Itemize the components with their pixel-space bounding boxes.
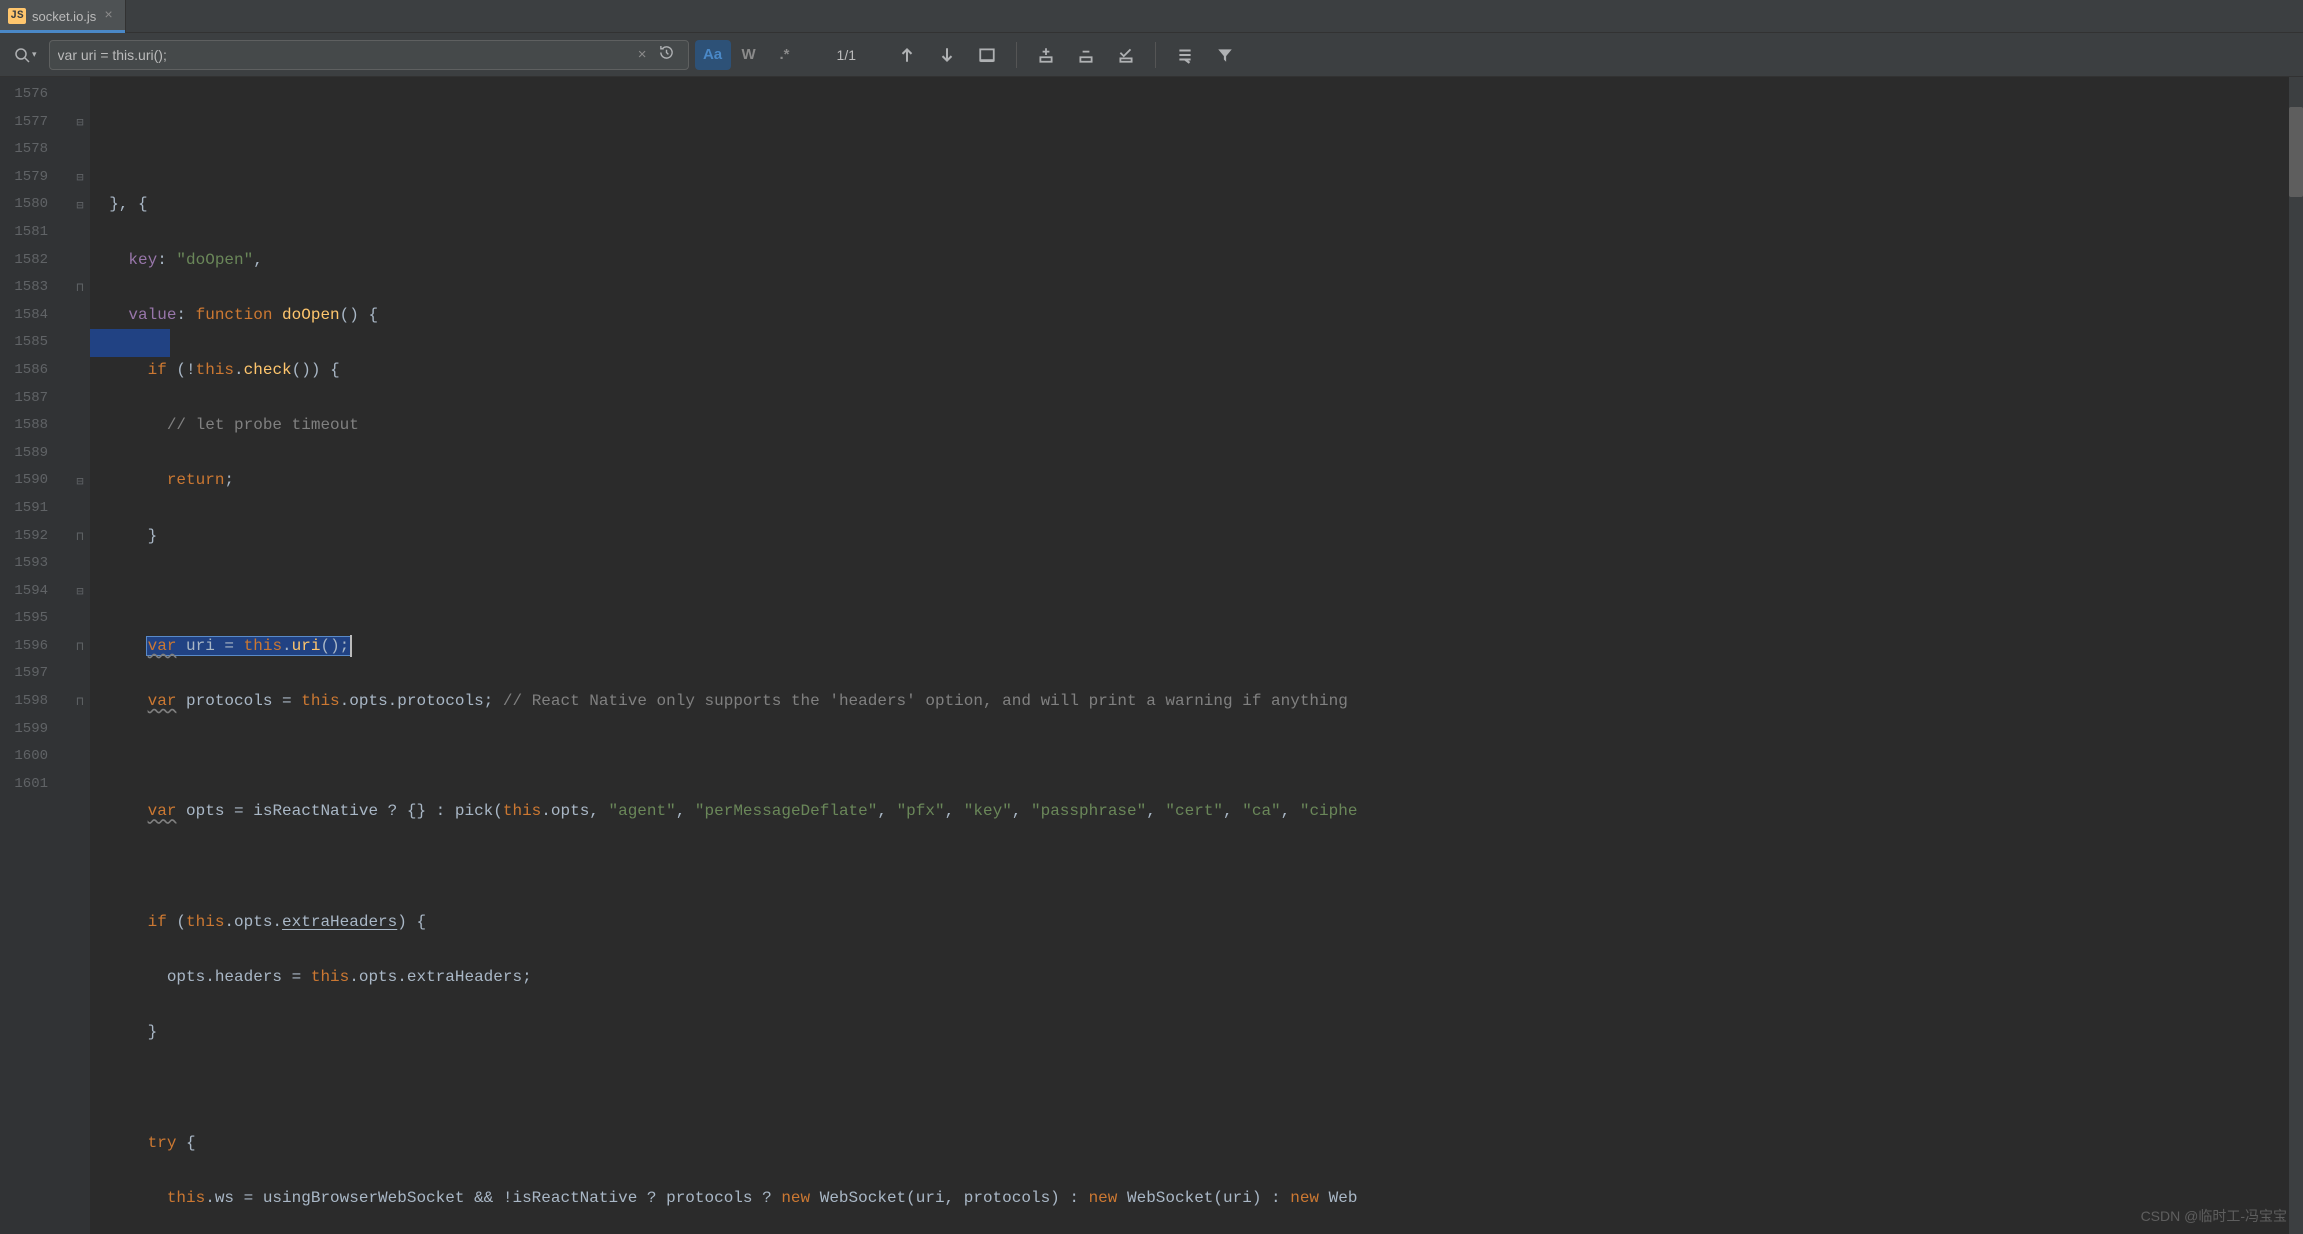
line-number: 1576 xyxy=(0,81,70,109)
fold-marker xyxy=(70,247,90,275)
fold-marker xyxy=(70,136,90,164)
line-number: 1583 xyxy=(0,274,70,302)
history-icon[interactable] xyxy=(653,45,680,64)
line-number: 1593 xyxy=(0,550,70,578)
regex-toggle[interactable]: .* xyxy=(767,40,803,70)
fold-marker xyxy=(70,412,90,440)
line-number: 1601 xyxy=(0,771,70,799)
line-number: 1594 xyxy=(0,578,70,606)
fold-marker xyxy=(70,81,90,109)
add-selection-button[interactable] xyxy=(1029,40,1063,70)
select-occurrences-button[interactable] xyxy=(1109,40,1143,70)
select-all-button[interactable] xyxy=(970,40,1004,70)
search-icon[interactable]: ▾ xyxy=(8,47,43,63)
fold-marker xyxy=(70,550,90,578)
find-input-container: × xyxy=(49,40,689,70)
line-number: 1586 xyxy=(0,357,70,385)
editor[interactable]: 1576157715781579158015811582158315841585… xyxy=(0,77,2303,1234)
line-number-gutter: 1576157715781579158015811582158315841585… xyxy=(0,77,70,1234)
tab-bar: JS socket.io.js × xyxy=(0,0,2303,33)
clear-icon[interactable]: × xyxy=(632,46,653,63)
fold-marker xyxy=(70,495,90,523)
minimap-scrollbar[interactable] xyxy=(2289,77,2303,1234)
fold-marker xyxy=(70,605,90,633)
separator xyxy=(1155,42,1156,68)
fold-marker xyxy=(70,385,90,413)
fold-marker xyxy=(70,219,90,247)
settings-button[interactable] xyxy=(1168,40,1202,70)
tab-filename: socket.io.js xyxy=(32,9,96,24)
fold-marker xyxy=(70,771,90,799)
line-number: 1585 xyxy=(0,329,70,357)
line-number: 1597 xyxy=(0,660,70,688)
fold-marker xyxy=(70,440,90,468)
line-number: 1581 xyxy=(0,219,70,247)
fold-marker xyxy=(70,357,90,385)
line-number: 1600 xyxy=(0,743,70,771)
whole-word-toggle[interactable]: W xyxy=(731,40,767,70)
fold-marker[interactable]: ⊟ xyxy=(70,578,90,606)
line-number: 1577 xyxy=(0,109,70,137)
filter-button[interactable] xyxy=(1208,40,1242,70)
selection-highlight xyxy=(90,329,170,357)
fold-marker[interactable]: ⊟ xyxy=(70,191,90,219)
fold-marker[interactable]: ⊓ xyxy=(70,274,90,302)
line-number: 1578 xyxy=(0,136,70,164)
line-number: 1591 xyxy=(0,495,70,523)
remove-selection-button[interactable] xyxy=(1069,40,1103,70)
fold-marker xyxy=(70,716,90,744)
line-number: 1589 xyxy=(0,440,70,468)
scrollbar-thumb[interactable] xyxy=(2289,107,2303,197)
line-number: 1598 xyxy=(0,688,70,716)
match-case-toggle[interactable]: Aa xyxy=(695,40,731,70)
line-number: 1599 xyxy=(0,716,70,744)
line-number: 1580 xyxy=(0,191,70,219)
line-number: 1590 xyxy=(0,467,70,495)
next-match-button[interactable] xyxy=(930,40,964,70)
line-number: 1596 xyxy=(0,633,70,661)
match-count-label: 1/1 xyxy=(809,47,884,63)
text-cursor xyxy=(350,635,352,657)
js-file-icon: JS xyxy=(8,8,26,24)
fold-marker[interactable]: ⊟ xyxy=(70,164,90,192)
line-number: 1587 xyxy=(0,385,70,413)
fold-strip: ⊟⊟⊟⊓⊟⊓⊟⊓⊓ xyxy=(70,77,90,1234)
line-number: 1588 xyxy=(0,412,70,440)
fold-marker xyxy=(70,743,90,771)
line-number: 1595 xyxy=(0,605,70,633)
fold-marker[interactable]: ⊓ xyxy=(70,523,90,551)
chevron-down-icon: ▾ xyxy=(32,49,37,60)
separator xyxy=(1016,42,1017,68)
watermark-label: CSDN @临时工-冯宝宝 xyxy=(2141,1206,2287,1226)
close-tab-icon[interactable]: × xyxy=(102,8,114,24)
fold-marker[interactable]: ⊟ xyxy=(70,109,90,137)
fold-marker xyxy=(70,660,90,688)
code-area[interactable]: }, { key: "doOpen", value: function doOp… xyxy=(90,77,2303,1234)
find-input[interactable] xyxy=(58,47,632,63)
line-number: 1579 xyxy=(0,164,70,192)
find-options: Aa W .* xyxy=(695,40,803,70)
fold-marker xyxy=(70,302,90,330)
line-number: 1582 xyxy=(0,247,70,275)
line-number: 1592 xyxy=(0,523,70,551)
fold-marker[interactable]: ⊓ xyxy=(70,633,90,661)
find-bar: ▾ × Aa W .* 1/1 xyxy=(0,33,2303,77)
fold-marker xyxy=(70,329,90,357)
fold-marker[interactable]: ⊓ xyxy=(70,688,90,716)
line-number: 1584 xyxy=(0,302,70,330)
fold-marker[interactable]: ⊟ xyxy=(70,467,90,495)
prev-match-button[interactable] xyxy=(890,40,924,70)
file-tab[interactable]: JS socket.io.js × xyxy=(0,0,126,32)
